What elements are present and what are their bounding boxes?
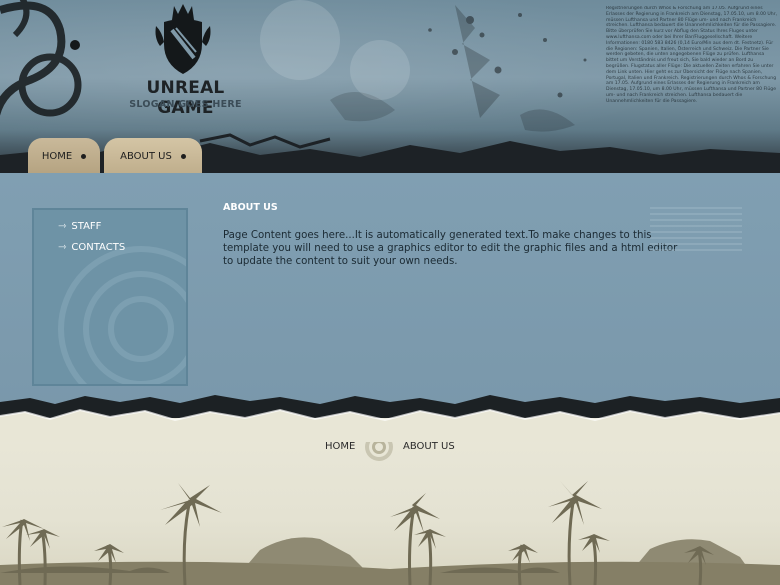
site-title: UNREAL GAME — [146, 78, 225, 118]
arrow-right-icon: ⇾ — [58, 221, 67, 232]
sidebar-item-label: STAFF — [71, 221, 102, 232]
sidebar-item-staff[interactable]: ⇾ STAFF — [58, 221, 101, 232]
tab-about-us-label: ABOUT US — [120, 150, 172, 162]
sidebar-item-label: CONTACTS — [71, 242, 126, 253]
torn-paper-edge — [0, 395, 780, 442]
site-footer: HOME ABOUT US — [0, 420, 780, 585]
sidebar: ⇾ STAFF ⇾ CONTACTS — [32, 208, 188, 386]
tab-about-us[interactable]: ABOUT US — [104, 138, 202, 173]
palm-tree-landscape — [0, 481, 780, 585]
tab-home[interactable]: HOME — [28, 138, 100, 173]
ghost-text-decoration — [650, 207, 742, 277]
sidebar-ring-decoration — [58, 246, 186, 384]
crest-icon — [155, 4, 211, 74]
page-title: ABOUT US — [223, 202, 278, 213]
footer-link-home[interactable]: HOME — [325, 441, 355, 452]
sidebar-item-contacts[interactable]: ⇾ CONTACTS — [58, 242, 125, 253]
tab-bullet-icon — [81, 153, 87, 159]
footer-link-about-us[interactable]: ABOUT US — [403, 441, 455, 452]
page-content-text: Page Content goes here...It is automatic… — [223, 230, 678, 267]
arrow-right-icon: ⇾ — [58, 242, 67, 253]
tab-bullet-icon — [180, 153, 186, 159]
site-slogan: SLOGAN GOES HERE — [129, 99, 242, 110]
site-header: UNREAL GAME SLOGAN GOES HERE Registrieru… — [0, 0, 780, 173]
tab-home-label: HOME — [41, 150, 73, 162]
swirl-ornament-icon — [0, 0, 82, 117]
main-content-area: ⇾ STAFF ⇾ CONTACTS ABOUT US Page Content… — [0, 173, 780, 408]
